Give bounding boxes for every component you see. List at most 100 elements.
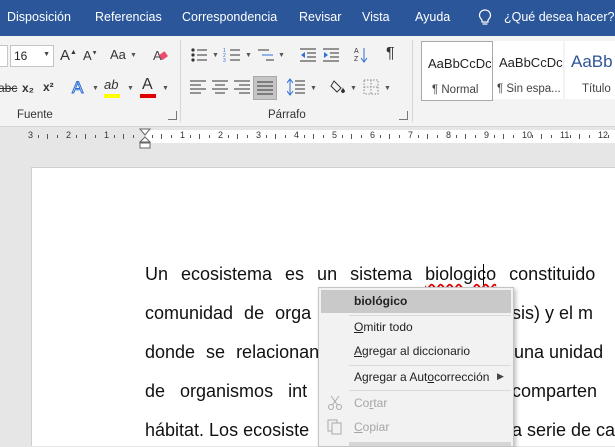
ruler-number: 4 bbox=[294, 130, 300, 140]
strikethrough-button[interactable]: abc bbox=[0, 81, 17, 95]
grow-font-button[interactable]: A▲ bbox=[60, 47, 77, 64]
style-normal[interactable]: AaBbCcDc ¶ Normal bbox=[421, 41, 493, 101]
superscript-button[interactable]: x² bbox=[43, 80, 54, 94]
multilevel-list-icon[interactable] bbox=[257, 47, 275, 63]
ruler-tick bbox=[475, 135, 476, 138]
svg-text:A: A bbox=[354, 48, 359, 55]
highlight-color-bar bbox=[104, 94, 120, 98]
align-right-icon[interactable] bbox=[234, 80, 250, 94]
increase-indent-icon[interactable] bbox=[322, 47, 340, 63]
justify-icon bbox=[257, 81, 273, 95]
font-name-dropdown[interactable] bbox=[0, 45, 8, 67]
chevron-down-icon: ▼ bbox=[127, 85, 134, 92]
clear-formatting-icon[interactable]: A bbox=[152, 47, 168, 63]
text-cursor bbox=[483, 264, 484, 285]
ruler-tick bbox=[513, 135, 514, 138]
highlight-button[interactable]: ab bbox=[104, 77, 118, 92]
document-line-5[interactable]: hábitat. Los ecosiste bbox=[145, 420, 309, 441]
ruler-tick bbox=[380, 135, 381, 138]
font-color-button[interactable]: A bbox=[142, 76, 153, 94]
ruler-number: 12 bbox=[598, 130, 609, 140]
ribbon: 16 ▼ A▲ A▼ Aa ▼ A abc x₂ x² A ▼ ab ▼ A ▼… bbox=[0, 36, 615, 127]
svg-text:3: 3 bbox=[223, 58, 226, 63]
ruler-number: 3 bbox=[28, 130, 34, 140]
ruler-tick bbox=[437, 135, 438, 138]
ruler-number: 2 bbox=[66, 130, 72, 140]
tab-ayuda[interactable]: Ayuda bbox=[415, 10, 450, 24]
document-line-2[interactable]: comunidad de orga bbox=[145, 303, 311, 324]
tell-me-search[interactable]: ¿Qué desea hacer? bbox=[504, 10, 615, 24]
align-left-icon[interactable] bbox=[190, 80, 206, 94]
ruler-tick bbox=[503, 134, 504, 139]
ruler-tick bbox=[95, 135, 96, 138]
ruler-tick bbox=[494, 135, 495, 138]
ruler-tick bbox=[171, 135, 172, 138]
ruler-tick bbox=[304, 135, 305, 138]
subscript-button[interactable]: x₂ bbox=[22, 81, 34, 95]
tab-correspondencia[interactable]: Correspondencia bbox=[182, 10, 277, 24]
next-item-edge bbox=[349, 442, 511, 446]
sort-icon[interactable]: A Z bbox=[354, 46, 368, 64]
ruler-number: 8 bbox=[446, 130, 452, 140]
document-line-5-tail[interactable]: a serie de ca bbox=[512, 420, 615, 441]
ruler-tick bbox=[266, 135, 267, 138]
font-size-value: 16 bbox=[14, 49, 28, 63]
numbering-icon[interactable]: 1 2 3 bbox=[223, 47, 241, 63]
chevron-down-icon: ▼ bbox=[245, 52, 252, 59]
document-line-2-tail[interactable]: sis) y el m bbox=[512, 303, 593, 324]
document-line-4-tail[interactable]: comparten bbox=[512, 381, 597, 402]
ignore-all-item[interactable]: Omitir todo bbox=[354, 320, 413, 334]
menu-separator bbox=[349, 390, 511, 391]
show-formatting-marks-button[interactable]: ¶ bbox=[386, 45, 395, 63]
document-line-1[interactable]: Un ecosistema es un sistema biologico co… bbox=[145, 264, 595, 285]
document-line-3[interactable]: donde se relacionan bbox=[145, 342, 319, 363]
ruler-tick bbox=[361, 135, 362, 138]
autocorrect-item[interactable]: Agregar a Autocorrección bbox=[354, 370, 489, 384]
shading-icon[interactable] bbox=[330, 78, 348, 96]
align-center-icon[interactable] bbox=[212, 80, 228, 94]
text-effects-button[interactable]: A bbox=[71, 78, 83, 98]
document-line-3-tail[interactable]: una unidad bbox=[514, 342, 603, 363]
tab-revisar[interactable]: Revisar bbox=[299, 10, 341, 24]
shrink-font-button[interactable]: A▼ bbox=[83, 48, 98, 63]
style-name: ¶ Normal bbox=[432, 84, 479, 96]
borders-icon[interactable] bbox=[363, 79, 379, 95]
ruler-tick bbox=[313, 134, 314, 139]
style-sample: AaBbCcDc bbox=[428, 56, 492, 71]
font-group-label: Fuente bbox=[17, 109, 53, 121]
add-to-dictionary-item[interactable]: Agregar al diccionario bbox=[354, 344, 470, 358]
ruler-tick bbox=[570, 135, 571, 138]
tab-vista[interactable]: Vista bbox=[362, 10, 390, 24]
paragraph-dialog-launcher-icon[interactable] bbox=[399, 111, 408, 120]
chevron-down-icon: ▼ bbox=[212, 52, 219, 59]
chevron-down-icon: ▼ bbox=[310, 85, 317, 92]
tab-referencias[interactable]: Referencias bbox=[95, 10, 162, 24]
lightbulb-icon[interactable] bbox=[478, 9, 492, 27]
suggestion-item[interactable]: biológico bbox=[354, 294, 407, 308]
ruler-tick bbox=[38, 135, 39, 138]
change-case-button[interactable]: Aa bbox=[110, 47, 126, 62]
document-line-4[interactable]: de organismos int bbox=[145, 381, 307, 402]
font-size-dropdown[interactable]: 16 ▼ bbox=[10, 45, 54, 67]
style-no-spacing[interactable]: AaBbCcDc ¶ Sin espa... bbox=[493, 41, 563, 99]
ruler-tick bbox=[76, 135, 77, 138]
misspelled-word[interactable]: biologico bbox=[425, 264, 496, 284]
ruler-number: 7 bbox=[408, 130, 414, 140]
line-spacing-icon[interactable] bbox=[287, 78, 305, 96]
justify-button[interactable] bbox=[253, 76, 277, 100]
ruler-number: 6 bbox=[370, 130, 376, 140]
decrease-indent-icon[interactable] bbox=[299, 47, 317, 63]
style-name: Título bbox=[582, 83, 611, 95]
bullets-icon[interactable] bbox=[190, 47, 208, 63]
copy-item[interactable]: Copiar bbox=[354, 420, 389, 434]
ruler-tick bbox=[247, 135, 248, 138]
ruler-tick bbox=[418, 135, 419, 138]
cut-item[interactable]: Cortar bbox=[354, 396, 387, 410]
chevron-down-icon: ▼ bbox=[130, 52, 137, 59]
tab-disposicion[interactable]: Disposición bbox=[7, 10, 71, 24]
style-sample: AaBb bbox=[571, 52, 613, 71]
font-dialog-launcher-icon[interactable] bbox=[168, 111, 177, 120]
ruler-tick bbox=[465, 134, 466, 139]
indent-markers-icon[interactable] bbox=[139, 128, 151, 150]
style-title[interactable]: AaBb Título bbox=[565, 41, 615, 99]
